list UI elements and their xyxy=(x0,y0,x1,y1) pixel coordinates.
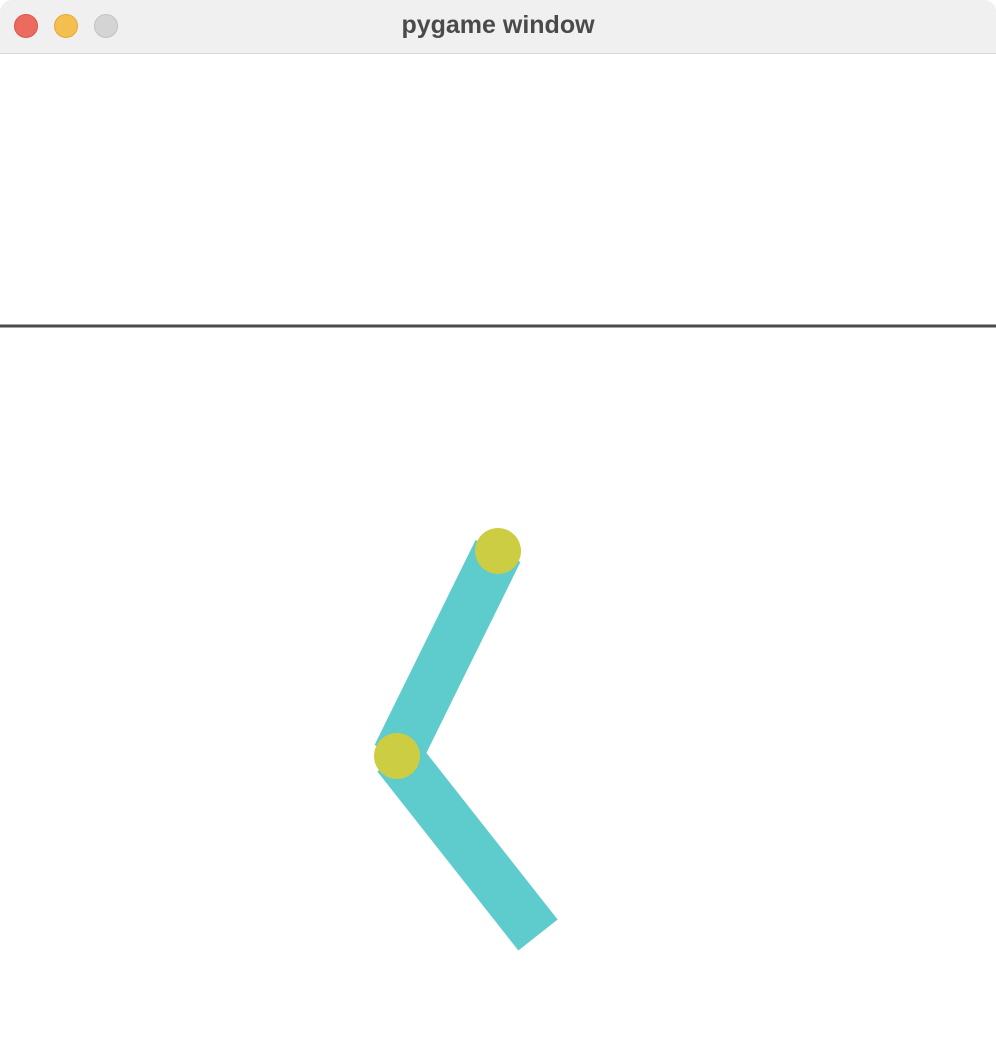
title-bar[interactable]: pygame window xyxy=(0,0,996,54)
window-title: pygame window xyxy=(401,11,595,39)
scene-svg xyxy=(0,324,996,951)
game-canvas[interactable] xyxy=(0,54,996,1054)
top-joint xyxy=(475,528,521,574)
lower-arm-segment xyxy=(377,740,558,951)
app-window: pygame window xyxy=(0,0,996,1054)
elbow-joint xyxy=(374,733,420,779)
upper-arm-segment xyxy=(374,539,521,768)
